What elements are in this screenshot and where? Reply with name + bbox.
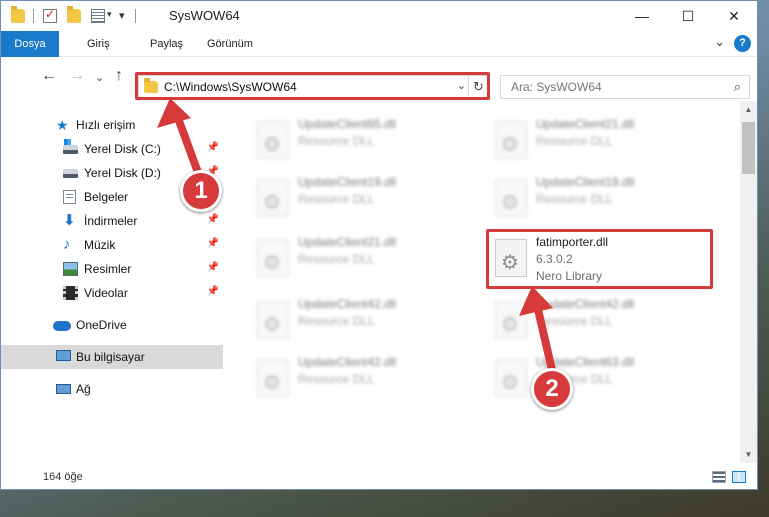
step-badge-2: 2 — [531, 368, 573, 410]
annotation-arrows — [157, 98, 556, 374]
arrow-step-2 — [519, 286, 556, 374]
arrow-step-1 — [157, 98, 204, 182]
step-badge-1: 1 — [180, 170, 222, 212]
